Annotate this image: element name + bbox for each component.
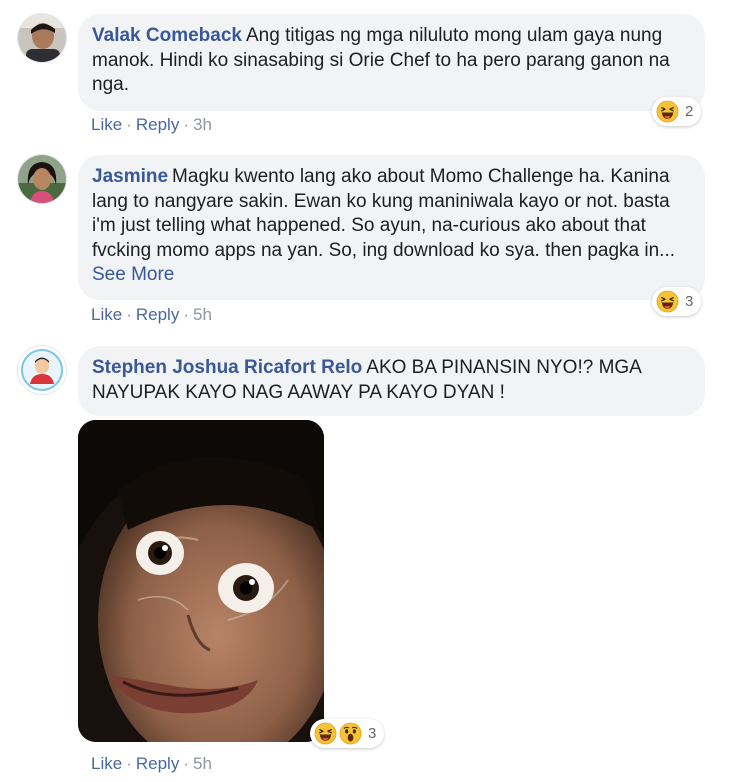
avatar[interactable] bbox=[18, 346, 66, 394]
comment-bubble: Stephen Joshua Ricafort Relo AKO BA PINAN… bbox=[78, 346, 705, 416]
reply-button[interactable]: Reply bbox=[136, 754, 179, 773]
comment-author[interactable]: Jasmine bbox=[92, 166, 168, 187]
reaction-count: 2 bbox=[685, 103, 694, 120]
comment-actions: Like · Reply · 5h bbox=[91, 305, 212, 325]
avatar[interactable] bbox=[18, 155, 66, 203]
reply-button[interactable]: Reply bbox=[136, 305, 179, 324]
reaction-count: 3 bbox=[368, 725, 377, 742]
reaction-summary[interactable]: 3 bbox=[310, 719, 385, 748]
comment-author[interactable]: Stephen Joshua Ricafort Relo bbox=[92, 357, 362, 378]
comment-actions: Like · Reply · 3h bbox=[91, 115, 212, 135]
avatar[interactable] bbox=[18, 14, 66, 62]
separator: · bbox=[126, 305, 132, 324]
comment-timestamp[interactable]: 5h bbox=[193, 305, 212, 324]
haha-icon bbox=[656, 100, 679, 123]
wow-icon bbox=[339, 722, 362, 745]
comment-timestamp[interactable]: 3h bbox=[193, 115, 212, 134]
comment-actions: Like · Reply · 5h bbox=[91, 754, 212, 774]
see-more-link[interactable]: See More bbox=[92, 264, 174, 285]
like-button[interactable]: Like bbox=[91, 115, 122, 134]
separator: · bbox=[183, 305, 189, 324]
comment-photo[interactable] bbox=[78, 420, 324, 742]
comment-bubble: Jasmine Magku kwento lang ako about Momo … bbox=[78, 155, 705, 300]
comment-text: Magku kwento lang ako about Momo Challen… bbox=[92, 166, 676, 261]
separator: · bbox=[126, 754, 132, 773]
like-button[interactable]: Like bbox=[91, 754, 122, 773]
separator: · bbox=[126, 115, 132, 134]
comment-bubble: Valak Comeback Ang titigas ng mga nilulut… bbox=[78, 14, 705, 111]
reaction-summary[interactable]: 2 bbox=[652, 97, 702, 126]
haha-icon bbox=[656, 290, 679, 313]
reaction-summary[interactable]: 3 bbox=[652, 287, 702, 316]
like-button[interactable]: Like bbox=[91, 305, 122, 324]
reaction-count: 3 bbox=[685, 293, 694, 310]
comment-author[interactable]: Valak Comeback bbox=[92, 25, 242, 46]
separator: · bbox=[183, 115, 189, 134]
separator: · bbox=[183, 754, 189, 773]
comment-timestamp[interactable]: 5h bbox=[193, 754, 212, 773]
haha-icon bbox=[314, 722, 337, 745]
reply-button[interactable]: Reply bbox=[136, 115, 179, 134]
